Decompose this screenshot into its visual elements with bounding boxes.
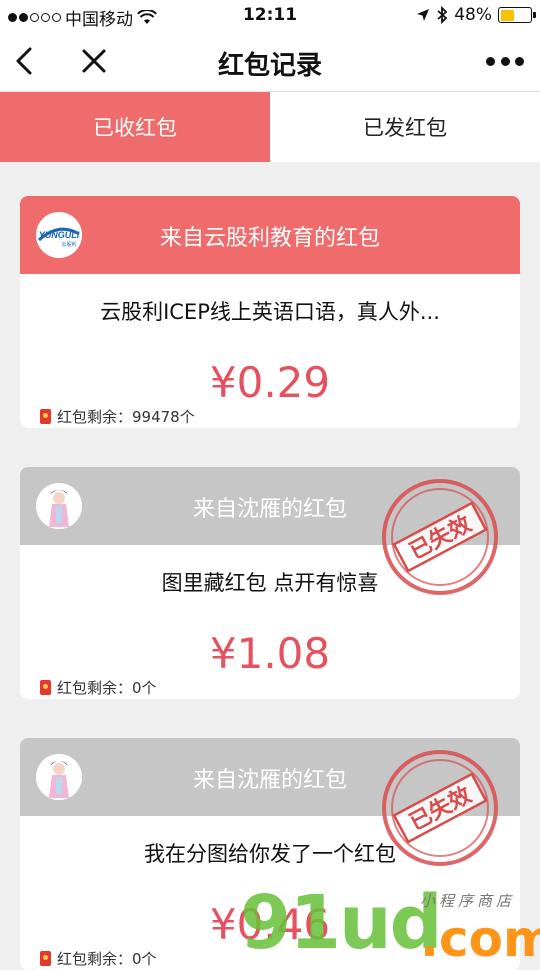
packet-amount: ¥1.08 (209, 629, 331, 678)
expired-stamp: 已失效 (382, 479, 498, 595)
status-right: 48% (416, 5, 536, 25)
back-button[interactable] (10, 44, 40, 78)
battery-percent: 48% (454, 5, 492, 25)
tab-bar: 已收红包 已发红包 (0, 92, 540, 162)
card-header: YUNGULI 云股利 来自云股利教育的红包 (20, 196, 520, 274)
red-packet-icon (40, 951, 51, 966)
red-packet-icon (40, 409, 51, 424)
packet-message: 云股利ICEP线上英语口语，真人外... (100, 300, 440, 324)
sender-label: 来自云股利教育的红包 (159, 226, 380, 251)
packet-amount: ¥0.29 (209, 358, 331, 407)
status-bar: 中国移动 12:11 48% (0, 0, 540, 30)
remaining-label: 红包剩余：99478个 (57, 408, 195, 426)
tab-sent[interactable]: 已发红包 (270, 92, 540, 162)
remaining-row: 红包剩余：0个 (40, 677, 157, 698)
location-icon (417, 9, 430, 21)
remaining-label: 红包剩余：0个 (57, 679, 157, 697)
bluetooth-icon (437, 6, 448, 24)
red-packet-card[interactable]: 来自沈雁的红包 我在分图给你发了一个红包 ¥0.46 红包剩余：0个 已失效 (20, 738, 520, 970)
close-icon (82, 49, 106, 73)
close-button[interactable] (78, 44, 110, 78)
more-dots-icon (486, 56, 495, 66)
expired-stamp: 已失效 (382, 750, 498, 866)
red-packet-card[interactable]: 来自沈雁的红包 图里藏红包 点开有惊喜 ¥1.08 红包剩余：0个 已失效 (20, 467, 520, 699)
tab-received[interactable]: 已收红包 (0, 92, 270, 162)
red-packet-icon (40, 680, 51, 695)
battery-icon (498, 7, 536, 23)
more-options-button[interactable] (486, 52, 524, 70)
red-packet-card[interactable]: YUNGULI 云股利 来自云股利教育的红包 云股利ICEP线上英语口语，真人外… (20, 196, 520, 428)
remaining-row: 红包剩余：99478个 (40, 406, 195, 427)
navigation-bar: 红包记录 (0, 30, 540, 92)
remaining-label: 红包剩余：0个 (57, 950, 157, 968)
remaining-row: 红包剩余：0个 (40, 948, 157, 969)
packet-amount: ¥0.46 (209, 900, 331, 949)
chevron-left-icon (16, 47, 32, 75)
